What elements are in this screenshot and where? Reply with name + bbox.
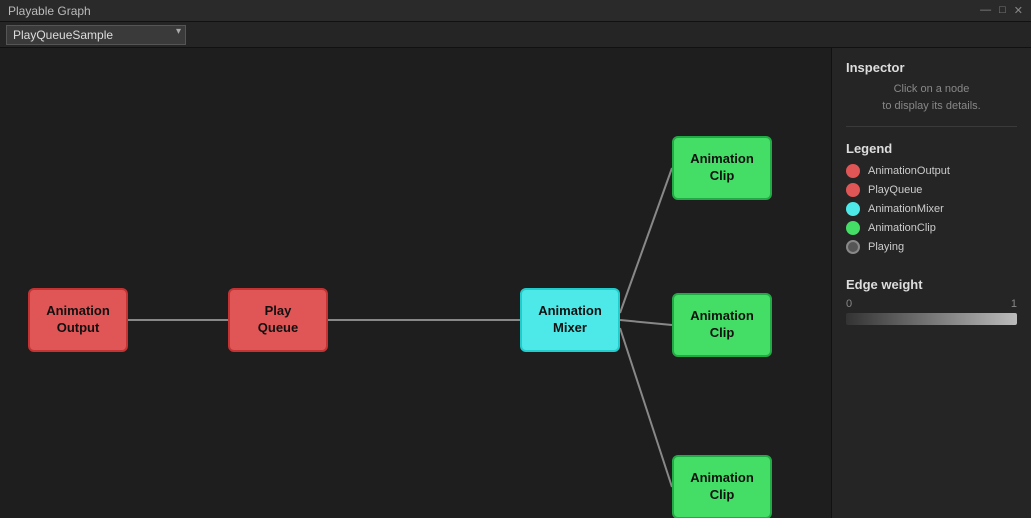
legend-label-mixer: AnimationMixer	[868, 203, 944, 215]
legend-dot-clip	[846, 221, 860, 235]
legend-dot-mixer	[846, 202, 860, 216]
legend-item-clip: AnimationClip	[846, 221, 1017, 235]
edge-weight-min: 0	[846, 298, 852, 310]
graph-edges-svg	[0, 48, 831, 518]
node-clip-bot[interactable]: Animation Clip	[672, 455, 772, 518]
app-title: Playable Graph	[8, 4, 91, 18]
legend-title: Legend	[846, 141, 1017, 156]
edge-weight-title: Edge weight	[846, 277, 1017, 292]
node-play-queue[interactable]: Play Queue	[228, 288, 328, 352]
right-panel: Inspector Click on a node to display its…	[831, 48, 1031, 518]
legend-section: Legend AnimationOutput PlayQueue Animati…	[846, 141, 1017, 259]
inspector-hint: Click on a node to display its details.	[846, 81, 1017, 114]
legend-label-clip: AnimationClip	[868, 222, 936, 234]
toolbar: PlayQueueSample	[0, 22, 1031, 48]
main-layout: Animation Output Play Queue Animation Mi…	[0, 48, 1031, 518]
node-animation-output[interactable]: Animation Output	[28, 288, 128, 352]
window-controls[interactable]: — □ ✕	[980, 4, 1023, 17]
node-clip-top[interactable]: Animation Clip	[672, 136, 772, 200]
legend-item-output: AnimationOutput	[846, 164, 1017, 178]
legend-label-output: AnimationOutput	[868, 165, 950, 177]
graph-canvas[interactable]: Animation Output Play Queue Animation Mi…	[0, 48, 831, 518]
restore-button[interactable]: □	[999, 4, 1006, 17]
edge-weight-max: 1	[1011, 298, 1017, 310]
inspector-title: Inspector	[846, 60, 1017, 75]
node-clip-mid[interactable]: Animation Clip	[672, 293, 772, 357]
legend-dot-playqueue	[846, 183, 860, 197]
legend-dot-output	[846, 164, 860, 178]
graph-selector-wrap[interactable]: PlayQueueSample	[6, 25, 186, 45]
legend-dot-playing	[846, 240, 860, 254]
legend-item-mixer: AnimationMixer	[846, 202, 1017, 216]
edge-weight-section: Edge weight 0 1	[846, 277, 1017, 325]
node-animation-mixer[interactable]: Animation Mixer	[520, 288, 620, 352]
legend-item-playqueue: PlayQueue	[846, 183, 1017, 197]
edge-weight-bar	[846, 313, 1017, 325]
minimize-button[interactable]: —	[980, 4, 991, 17]
close-button[interactable]: ✕	[1014, 4, 1023, 17]
title-bar: Playable Graph — □ ✕	[0, 0, 1031, 22]
legend-item-playing: Playing	[846, 240, 1017, 254]
inspector-section: Inspector Click on a node to display its…	[846, 60, 1017, 127]
edge-weight-labels: 0 1	[846, 298, 1017, 310]
legend-label-playqueue: PlayQueue	[868, 184, 922, 196]
graph-selector[interactable]: PlayQueueSample	[6, 25, 186, 45]
legend-label-playing: Playing	[868, 241, 904, 253]
